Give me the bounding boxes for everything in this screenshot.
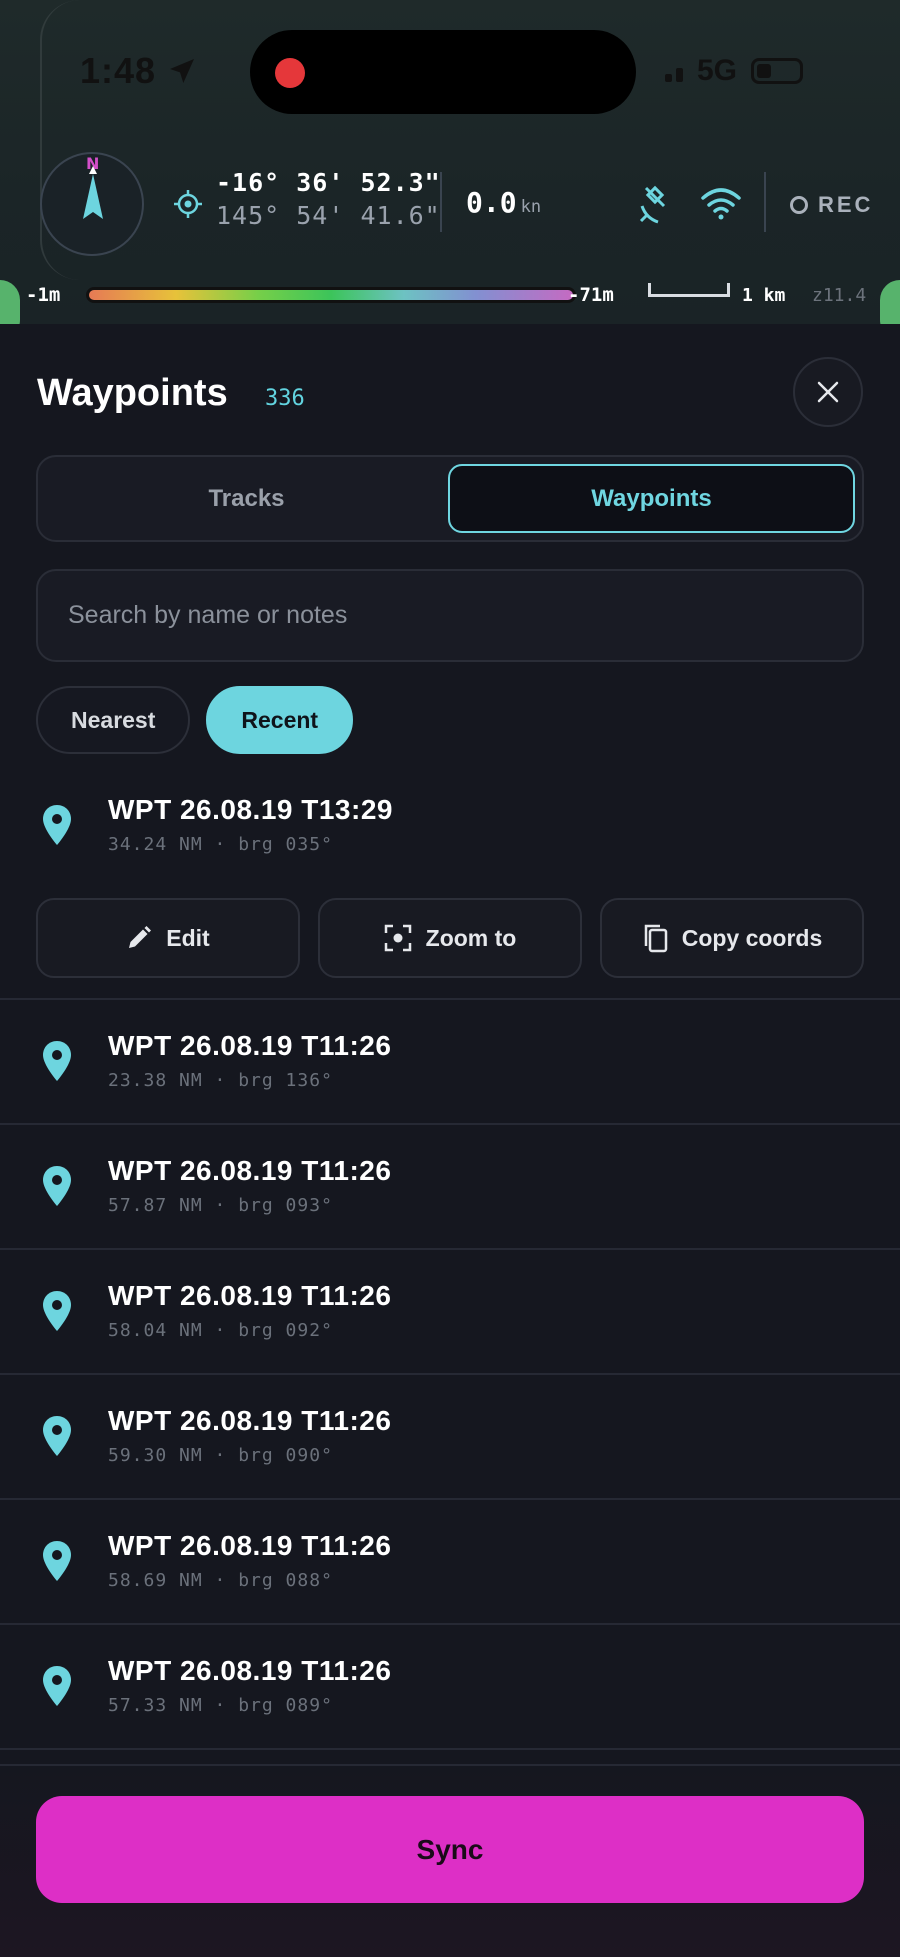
record-ring-icon [790,196,808,214]
satellite-gps-icon[interactable] [638,184,674,224]
tracks-waypoints-toggle: Tracks Waypoints [36,455,864,542]
zoom-to-button[interactable]: Zoom to [318,898,582,978]
sort-nearest-chip[interactable]: Nearest [36,686,191,754]
depth-scale-row: -1m -71m 1 km z11.4 [26,280,876,310]
coordinates-readout: -16° 36' 52.3" 145° 54' 41.6" [174,168,441,230]
speed-unit: kn [520,197,542,217]
dynamic-island [250,30,636,114]
latitude-value: -16° 36' 52.3" [216,168,441,197]
waypoint-actions: Edit Zoom to Copy coords [36,898,864,978]
map-pin-icon [43,1666,71,1706]
search-field [36,569,864,662]
map-pin-icon [43,1541,71,1581]
edit-label: Edit [166,924,210,951]
divider [764,172,766,232]
zoom-to-label: Zoom to [425,924,517,951]
recording-indicator-icon [275,58,305,88]
copy-coords-button[interactable]: Copy coords [600,898,864,978]
map-land-edge [880,280,900,324]
divider [440,172,442,232]
waypoint-name: WPT 26.08.19 T11:26 [108,1280,392,1311]
map-land-edge [0,280,20,324]
list-item[interactable]: WPT 26.08.19 T11:26 58.04 NM · brg 092° [0,1250,900,1375]
map-scale-label: 1 km [742,284,786,306]
sort-chips: Nearest Recent [36,686,354,754]
map-header: 1:48 5G N -16° 36' 52.3" 145° 54' 41.6" [0,0,900,324]
map-pin-icon [43,1291,71,1331]
clock-label: 1:48 [80,50,157,91]
waypoint-distance-bearing: 34.24 NM · brg 035° [108,834,333,855]
speed-readout: 0.0 kn [466,186,541,219]
list-item[interactable]: WPT 26.08.19 T11:26 57.87 NM · brg 093° [0,1125,900,1250]
tab-waypoints[interactable]: Waypoints [448,464,855,533]
crosshair-target-icon [174,190,202,218]
compass-needle-icon [83,166,103,219]
compass[interactable]: N [40,152,144,256]
depth-max-label: -71m [568,284,614,306]
waypoint-name: WPT 26.08.19 T11:26 [108,1405,392,1436]
longitude-value: 145° 54' 41.6" [216,201,441,230]
status-indicators: 5G [665,54,804,88]
waypoint-distance-bearing: 58.69 NM · brg 088° [108,1570,333,1591]
network-label: 5G [697,54,738,87]
zoom-level-label: z11.4 [812,284,867,306]
waypoint-distance-bearing: 23.38 NM · brg 136° [108,1070,333,1091]
waypoint-distance-bearing: 58.04 NM · brg 092° [108,1320,333,1341]
depth-min-label: -1m [26,284,61,306]
focus-frame-icon [384,924,411,952]
sync-button[interactable]: Sync [36,1796,864,1903]
status-time: 1:48 [80,50,198,92]
waypoint-distance-bearing: 59.30 NM · brg 090° [108,1445,333,1466]
map-pin-icon [43,805,71,845]
map-pin-icon [43,1041,71,1081]
map-scale-bar [648,283,730,297]
map-pin-icon [43,1416,71,1456]
record-button[interactable]: REC [790,192,873,218]
waypoint-name: WPT 26.08.19 T13:29 [108,794,393,825]
list-item[interactable]: WPT 26.08.19 T13:29 34.24 NM · brg 035° … [0,764,900,1000]
waypoint-distance-bearing: 57.33 NM · brg 089° [108,1695,333,1716]
copy-coords-label: Copy coords [681,924,823,951]
edit-button[interactable]: Edit [36,898,300,978]
waypoint-name: WPT 26.08.19 T11:26 [108,1655,392,1686]
tab-tracks[interactable]: Tracks [45,464,448,533]
sheet-title: Waypoints [37,372,228,414]
depth-gradient-bar [86,287,576,303]
record-label: REC [818,192,874,217]
list-item[interactable]: WPT 26.08.19 T11:26 57.33 NM · brg 089° [0,1625,900,1750]
waypoint-list: WPT 26.08.19 T13:29 34.24 NM · brg 035° … [0,764,900,1750]
pencil-icon [129,926,152,948]
battery-icon [751,58,804,84]
waypoints-sheet: Waypoints 336 Tracks Waypoints Nearest R… [0,324,900,1957]
list-item[interactable]: WPT 26.08.19 T11:26 58.69 NM · brg 088° [0,1500,900,1625]
waypoint-name: WPT 26.08.19 T11:26 [108,1530,392,1561]
map-pin-icon [43,1166,71,1206]
speed-value: 0.0 [466,186,517,219]
cellular-signal-icon [665,60,683,82]
copy-icon [644,924,667,953]
waypoint-distance-bearing: 57.87 NM · brg 093° [108,1195,333,1216]
sort-recent-chip[interactable]: Recent [206,686,354,754]
waypoint-name: WPT 26.08.19 T11:26 [108,1155,392,1186]
wifi-icon[interactable] [700,186,742,220]
location-arrow-icon [170,59,195,83]
list-item[interactable]: WPT 26.08.19 T11:26 23.38 NM · brg 136° [0,1000,900,1125]
close-icon [817,381,839,403]
sync-footer: Sync [0,1764,900,1957]
close-button[interactable] [793,357,863,427]
list-item[interactable]: WPT 26.08.19 T11:26 59.30 NM · brg 090° [0,1375,900,1500]
search-input[interactable] [68,601,832,630]
waypoint-name: WPT 26.08.19 T11:26 [108,1030,392,1061]
waypoint-count: 336 [265,386,305,411]
